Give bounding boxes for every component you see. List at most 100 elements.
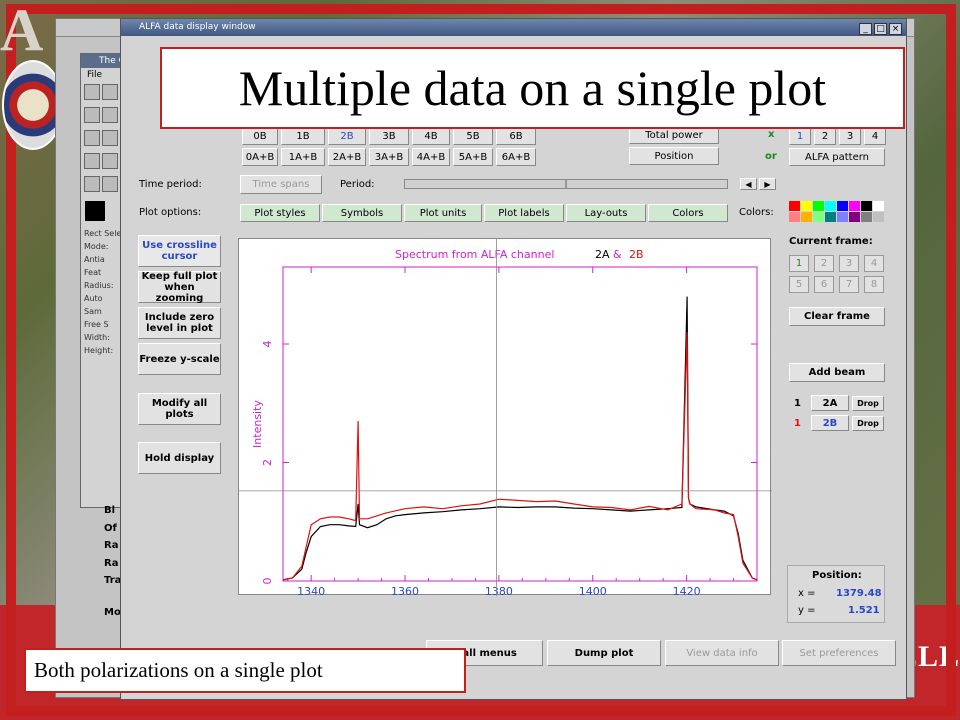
y-axis-label: Intensity: [251, 400, 264, 448]
beam-sum-button[interactable]: 0A+B: [242, 148, 278, 166]
bucket-fill-icon[interactable]: [84, 153, 100, 169]
modify-all-plots-button[interactable]: Modify all plots: [138, 393, 221, 425]
frame-button[interactable]: 2: [814, 255, 834, 272]
crossline-cursor-button[interactable]: Use crossline cursor: [138, 235, 221, 267]
spectrum-chart[interactable]: 13401360138014001420024Frequency (MHz)In…: [239, 239, 772, 596]
beam-button[interactable]: 1B: [281, 128, 325, 145]
rect-select-icon[interactable]: [84, 84, 100, 100]
color-swatch[interactable]: [873, 212, 884, 222]
time-spans-button[interactable]: Time spans: [240, 175, 322, 194]
frame-button[interactable]: 1: [789, 255, 809, 272]
color-swatch[interactable]: [825, 212, 836, 222]
clear-frame-button[interactable]: Clear frame: [789, 307, 885, 326]
period-prev-icon[interactable]: ◀: [740, 178, 757, 190]
beam-button[interactable]: 3B: [369, 128, 409, 145]
pattern-number-button[interactable]: 3: [839, 128, 861, 145]
fuzzy-select-icon[interactable]: [102, 107, 118, 123]
position-button[interactable]: Position: [629, 147, 719, 165]
frame-button[interactable]: 6: [814, 276, 834, 293]
frame-button[interactable]: 5: [789, 276, 809, 293]
frame-button[interactable]: 7: [839, 276, 859, 293]
beam-list-name[interactable]: 2A: [811, 395, 849, 411]
side-label: Of: [104, 522, 117, 534]
color-swatch[interactable]: [861, 201, 872, 211]
pattern-number-button[interactable]: 1: [789, 128, 811, 145]
beam-button[interactable]: 6B: [496, 128, 536, 145]
dump-plot-button[interactable]: Dump plot: [547, 640, 661, 666]
pencil-icon[interactable]: [84, 176, 100, 192]
freeze-y-scale-button[interactable]: Freeze y-scale: [138, 343, 221, 375]
period-slider[interactable]: [404, 179, 728, 189]
set-preferences-button[interactable]: Set preferences: [782, 640, 896, 666]
x-tick-label: 1360: [391, 585, 419, 596]
menu-file[interactable]: File: [87, 70, 102, 80]
beam-sum-button[interactable]: 4A+B: [412, 148, 450, 166]
plot-units-button[interactable]: Plot units: [404, 204, 482, 222]
beam-sum-button[interactable]: 3A+B: [369, 148, 409, 166]
color-swatch[interactable]: [825, 201, 836, 211]
beam-list-name[interactable]: 2B: [811, 415, 849, 431]
color-swatch[interactable]: [861, 212, 872, 222]
plot-styles-button[interactable]: Plot styles: [240, 204, 320, 222]
plot-frame: [282, 266, 758, 582]
view-data-info-button[interactable]: View data info: [665, 640, 779, 666]
frame-button[interactable]: 8: [864, 276, 884, 293]
position-readout: Position: x = 1379.48 y = 1.521: [787, 565, 885, 623]
color-swatch[interactable]: [837, 201, 848, 211]
color-swatch[interactable]: [789, 212, 800, 222]
beam-button-selected[interactable]: 2B: [328, 128, 366, 145]
gradient-icon[interactable]: [102, 153, 118, 169]
beam-button[interactable]: 4B: [412, 128, 450, 145]
color-swatch[interactable]: [789, 201, 800, 211]
lasso-icon[interactable]: [84, 107, 100, 123]
close-icon[interactable]: ×: [889, 23, 902, 35]
color-palette[interactable]: [789, 201, 885, 223]
plot-labels-button[interactable]: Plot labels: [484, 204, 564, 222]
add-beam-button[interactable]: Add beam: [789, 363, 885, 382]
include-zero-button[interactable]: Include zero level in plot: [138, 307, 221, 339]
maximize-icon[interactable]: □: [874, 23, 887, 35]
position-y-label: y =: [798, 605, 816, 616]
ellipse-select-icon[interactable]: [102, 84, 118, 100]
alfa-pattern-button[interactable]: ALFA pattern: [789, 148, 885, 166]
period-next-icon[interactable]: ▶: [759, 178, 776, 190]
move-icon[interactable]: [84, 130, 100, 146]
pattern-number-button[interactable]: 2: [814, 128, 836, 145]
color-swatch[interactable]: [813, 212, 824, 222]
frame-button[interactable]: 4: [864, 255, 884, 272]
clone-icon[interactable]: [102, 176, 118, 192]
pattern-number-button[interactable]: 4: [864, 128, 886, 145]
foreground-color-swatch[interactable]: [85, 201, 105, 221]
y-tick-label: 4: [261, 341, 274, 348]
drop-button[interactable]: Drop: [852, 416, 884, 431]
beam-sum-button[interactable]: 6A+B: [496, 148, 536, 166]
color-swatch[interactable]: [801, 201, 812, 211]
crop-icon[interactable]: [102, 130, 118, 146]
chart-title-part: Spectrum from ALFA channel: [395, 248, 554, 261]
color-swatch[interactable]: [813, 201, 824, 211]
color-swatch[interactable]: [801, 212, 812, 222]
color-swatch[interactable]: [837, 212, 848, 222]
lay-outs-button[interactable]: Lay-outs: [566, 204, 646, 222]
keep-full-plot-button[interactable]: Keep full plot when zooming: [138, 271, 221, 304]
color-swatch[interactable]: [849, 201, 860, 211]
hold-display-button[interactable]: Hold display: [138, 442, 221, 474]
colors-button[interactable]: Colors: [648, 204, 728, 222]
beam-sum-button[interactable]: 2A+B: [328, 148, 366, 166]
beam-sum-button[interactable]: 5A+B: [453, 148, 493, 166]
beam-sum-button[interactable]: 1A+B: [281, 148, 325, 166]
period-slider-thumb[interactable]: [565, 180, 567, 188]
frame-button[interactable]: 3: [839, 255, 859, 272]
series-line-2A: [282, 296, 758, 581]
or-label: or: [765, 151, 777, 162]
color-swatch[interactable]: [849, 212, 860, 222]
color-swatch[interactable]: [873, 201, 884, 211]
beam-button[interactable]: 5B: [453, 128, 493, 145]
symbols-button[interactable]: Symbols: [322, 204, 402, 222]
side-labels: Bl Of Ra Ra Tra Mo: [104, 502, 121, 621]
y-tick-label: 2: [261, 459, 274, 466]
beam-button[interactable]: 0B: [242, 128, 278, 145]
spectrum-plot[interactable]: 13401360138014001420024Frequency (MHz)In…: [238, 238, 772, 596]
minimize-icon[interactable]: _: [859, 23, 872, 35]
drop-button[interactable]: Drop: [852, 396, 884, 411]
